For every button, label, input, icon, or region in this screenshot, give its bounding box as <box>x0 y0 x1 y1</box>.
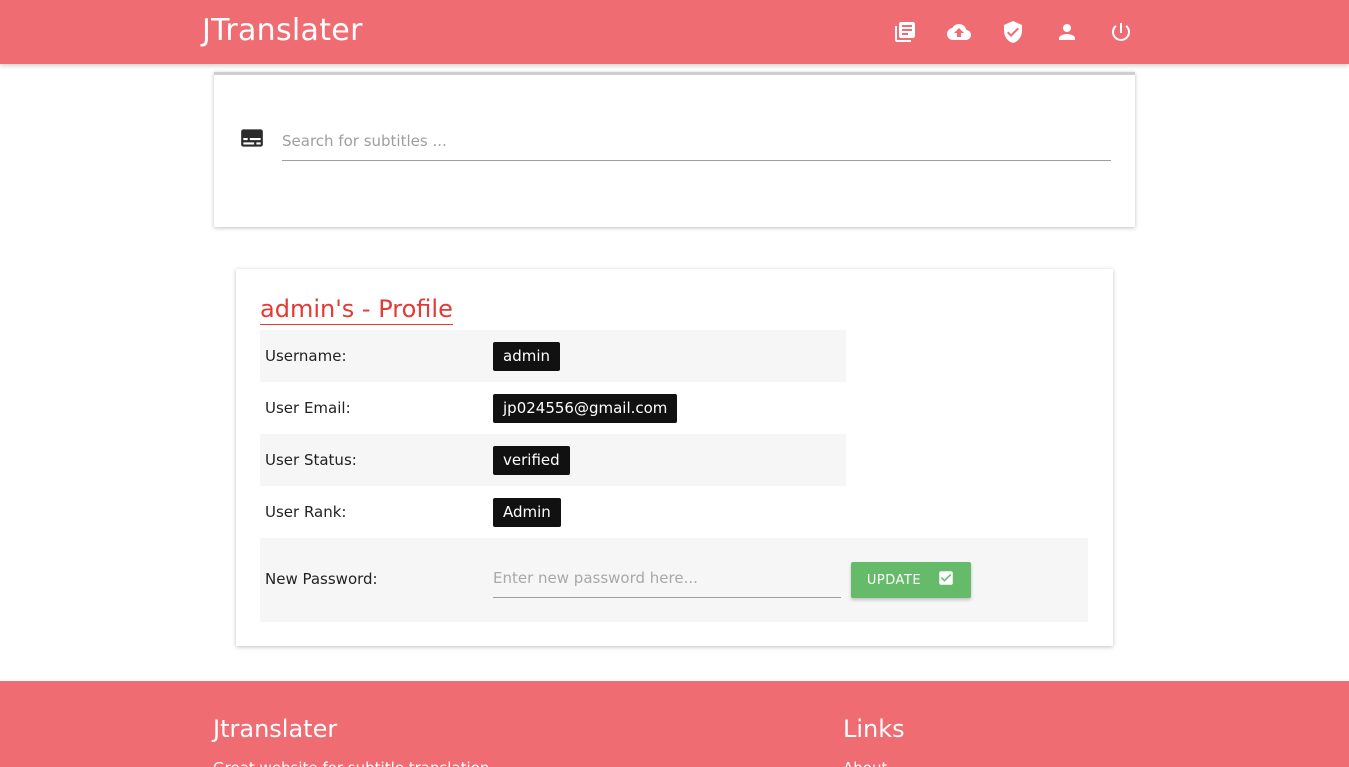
profile-row-status: User Status: verified <box>260 434 846 486</box>
username-label: Username: <box>265 347 347 365</box>
power-icon[interactable] <box>1094 0 1148 64</box>
footer-link-about[interactable]: About <box>843 759 887 767</box>
search-card <box>214 72 1135 227</box>
update-password-button[interactable]: UPDATE <box>851 562 971 598</box>
brand-logo-text[interactable]: JTranslater <box>202 13 363 48</box>
rank-label: User Rank: <box>265 503 347 521</box>
check-box-icon <box>937 569 955 591</box>
status-value-chip: verified <box>493 445 570 475</box>
email-label: User Email: <box>265 399 351 417</box>
cloud-upload-icon[interactable] <box>932 0 986 64</box>
library-icon[interactable] <box>878 0 932 64</box>
page-footer: Jtranslater Great website for subtitle t… <box>0 681 1349 767</box>
profile-row-email: User Email: jp024556@gmail.com <box>260 382 846 434</box>
profile-card: admin's - Profile Username: admin User E… <box>236 269 1113 646</box>
top-navbar: JTranslater <box>0 0 1349 64</box>
new-password-row: New Password: UPDATE <box>260 538 1088 622</box>
navbar-icon-group <box>878 0 1148 64</box>
username-value-chip: admin <box>493 341 560 371</box>
status-label: User Status: <box>265 451 357 469</box>
footer-links-title: Links <box>843 715 905 743</box>
new-password-label: New Password: <box>265 570 378 588</box>
profile-row-rank: User Rank: Admin <box>260 486 846 538</box>
subtitles-icon <box>239 125 265 151</box>
email-value-chip: jp024556@gmail.com <box>493 393 678 423</box>
rank-value-chip: Admin <box>493 497 561 527</box>
profile-title: admin's - Profile <box>260 295 453 325</box>
new-password-input[interactable] <box>493 558 841 598</box>
footer-description: Great website for subtitle translation <box>213 759 489 767</box>
footer-title: Jtranslater <box>213 715 338 743</box>
account-icon[interactable] <box>1040 0 1094 64</box>
profile-row-username: Username: admin <box>260 330 846 382</box>
shield-check-icon[interactable] <box>986 0 1040 64</box>
update-button-label: UPDATE <box>866 572 922 588</box>
subtitle-search-input[interactable] <box>282 121 1111 161</box>
